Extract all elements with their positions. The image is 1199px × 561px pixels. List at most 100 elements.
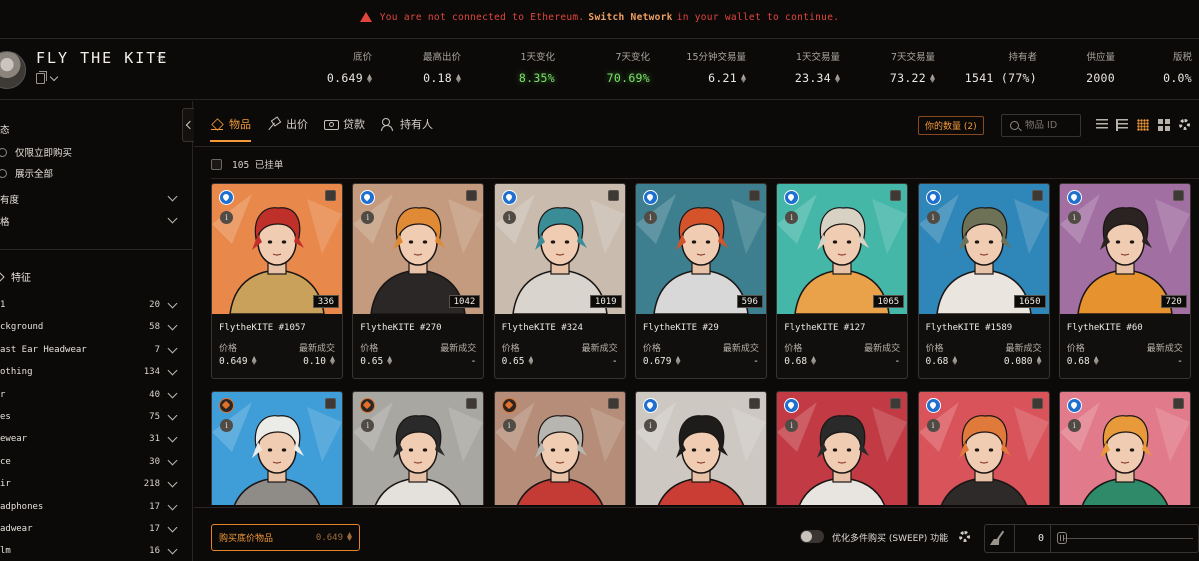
tab-3[interactable]: 持有人 <box>381 116 433 142</box>
chevron-down-icon[interactable] <box>167 544 178 555</box>
item-card[interactable]: i 720 FlytheKITE #60 价格 最新成交 0.68 - <box>1058 183 1191 379</box>
info-icon[interactable]: i <box>220 211 233 224</box>
rarity-filter[interactable]: 有度 <box>0 191 180 206</box>
chevron-down-icon[interactable] <box>167 365 178 376</box>
select-checkbox[interactable] <box>890 190 902 201</box>
info-icon[interactable]: i <box>926 211 940 224</box>
info-icon[interactable]: i <box>1067 419 1081 432</box>
nft-artwork[interactable]: i 1019 <box>494 184 625 314</box>
item-card[interactable]: i 1650 FlytheKITE #1589 价格 最新成交 0.68 0.080 <box>917 183 1050 379</box>
select-checkbox[interactable] <box>607 190 619 201</box>
trait-row[interactable]: ir 218 <box>0 477 180 493</box>
listed-filter[interactable]: 105 已挂单 <box>211 157 283 171</box>
radio-buy-now[interactable]: 仅限立即购买 <box>0 145 180 159</box>
trait-row[interactable]: lm 16 <box>0 544 180 560</box>
nft-artwork[interactable]: i <box>494 392 625 505</box>
select-checkbox[interactable] <box>748 398 760 409</box>
select-checkbox[interactable] <box>890 398 902 409</box>
nft-artwork[interactable]: i <box>635 392 766 505</box>
info-icon[interactable]: i <box>220 419 233 432</box>
chevron-down-icon[interactable] <box>167 477 178 488</box>
your-quantity-button[interactable]: 你的数量 (2) <box>918 116 984 135</box>
dense-grid-view-icon[interactable] <box>1137 119 1149 131</box>
select-checkbox[interactable] <box>1172 190 1184 201</box>
item-id-search[interactable] <box>1001 114 1081 137</box>
nft-artwork[interactable]: i 1650 <box>918 184 1049 314</box>
nft-artwork[interactable]: i 596 <box>635 184 766 314</box>
tab-2[interactable]: 贷款 <box>324 116 365 142</box>
trait-row[interactable]: r 40 <box>0 388 180 404</box>
select-checkbox[interactable] <box>1031 190 1043 201</box>
item-card[interactable]: i <box>211 391 343 505</box>
info-icon[interactable]: i <box>1067 211 1081 224</box>
sweep-slider-thumb[interactable] <box>1057 532 1067 544</box>
nft-artwork[interactable]: i 1065 <box>777 184 908 314</box>
trait-row[interactable]: adwear 17 <box>0 522 180 538</box>
select-checkbox[interactable] <box>748 190 760 201</box>
item-card[interactable]: i <box>1058 391 1191 505</box>
sweep-count-input[interactable]: 0 <box>1015 525 1051 552</box>
trait-row[interactable]: othing 134 <box>0 365 180 381</box>
item-card[interactable]: i 336 FlytheKITE #1057 价格 最新成交 0.649 0.10 <box>211 183 343 379</box>
radio-show-all[interactable]: 展示全部 <box>0 166 180 180</box>
favorite-star-icon[interactable]: ☆ <box>156 47 165 65</box>
chevron-down-icon[interactable] <box>167 213 178 224</box>
nft-artwork[interactable]: i 720 <box>1059 184 1190 314</box>
chevron-down-icon[interactable] <box>167 455 178 466</box>
item-card[interactable]: i <box>776 391 909 505</box>
info-icon[interactable]: i <box>643 419 657 432</box>
nft-artwork[interactable]: i 1042 <box>353 184 484 314</box>
nft-artwork[interactable]: i <box>918 392 1049 505</box>
item-card[interactable]: i 1042 FlytheKITE #270 价格 最新成交 0.65 - <box>352 183 485 379</box>
price-filter[interactable]: 格 <box>0 213 180 228</box>
select-checkbox[interactable] <box>1031 398 1043 409</box>
select-checkbox[interactable] <box>325 398 336 409</box>
broom-icon[interactable] <box>985 525 1015 552</box>
radio-icon[interactable] <box>0 168 7 178</box>
item-card[interactable]: i 1065 FlytheKITE #127 价格 最新成交 0.68 - <box>776 183 909 379</box>
copy-icon[interactable] <box>36 71 47 84</box>
sweep-settings-gear-icon[interactable] <box>959 531 970 542</box>
buy-floor-button[interactable]: 购买底价物品 0.649 <box>211 524 360 551</box>
item-card[interactable]: i <box>917 391 1050 505</box>
item-card[interactable]: i <box>493 391 626 505</box>
item-id-input[interactable] <box>1025 120 1080 131</box>
trait-row[interactable]: adphones 17 <box>0 500 180 516</box>
tab-0[interactable]: 物品 <box>210 116 251 142</box>
grid-view-icon[interactable] <box>1158 119 1170 131</box>
trait-row[interactable]: ewear 31 <box>0 432 180 448</box>
sweep-toggle[interactable] <box>800 530 824 543</box>
settings-gear-icon[interactable] <box>1179 119 1190 130</box>
detailed-list-view-icon[interactable] <box>1116 119 1128 131</box>
chevron-down-icon[interactable] <box>167 388 178 399</box>
item-card[interactable]: i 1019 FlytheKITE #324 价格 最新成交 0.65 - <box>493 183 626 379</box>
nft-artwork[interactable]: i <box>1059 392 1190 505</box>
item-card[interactable]: i <box>634 391 767 505</box>
select-checkbox[interactable] <box>466 398 478 409</box>
nft-artwork[interactable]: i <box>212 392 342 505</box>
info-icon[interactable]: i <box>643 211 657 224</box>
chevron-down-icon[interactable] <box>167 500 178 511</box>
info-icon[interactable]: i <box>926 419 940 432</box>
tab-1[interactable]: 出价 <box>267 116 308 142</box>
collapse-sidebar-button[interactable] <box>182 108 194 142</box>
trait-row[interactable]: ckground 58 <box>0 320 180 336</box>
info-icon[interactable]: i <box>502 211 516 224</box>
chevron-down-icon[interactable] <box>167 343 178 354</box>
chevron-down-icon[interactable] <box>167 191 178 202</box>
trait-row[interactable]: ast Ear Headwear 7 <box>0 343 180 359</box>
select-checkbox[interactable] <box>1172 398 1184 409</box>
select-checkbox[interactable] <box>466 190 478 201</box>
item-card[interactable]: i 596 FlytheKITE #29 价格 最新成交 0.679 - <box>634 183 767 379</box>
chevron-down-icon[interactable] <box>167 410 178 421</box>
trait-row[interactable]: es 75 <box>0 410 180 426</box>
nft-artwork[interactable]: i <box>777 392 908 505</box>
select-checkbox[interactable] <box>607 398 619 409</box>
trait-row[interactable]: 1 20 <box>0 298 180 314</box>
trait-row[interactable]: ce 30 <box>0 455 180 471</box>
nft-artwork[interactable]: i 336 <box>212 184 342 314</box>
chevron-down-icon[interactable] <box>167 522 178 533</box>
chevron-down-icon[interactable] <box>167 432 178 443</box>
chevron-down-icon[interactable] <box>167 298 178 309</box>
radio-icon[interactable] <box>0 147 7 157</box>
